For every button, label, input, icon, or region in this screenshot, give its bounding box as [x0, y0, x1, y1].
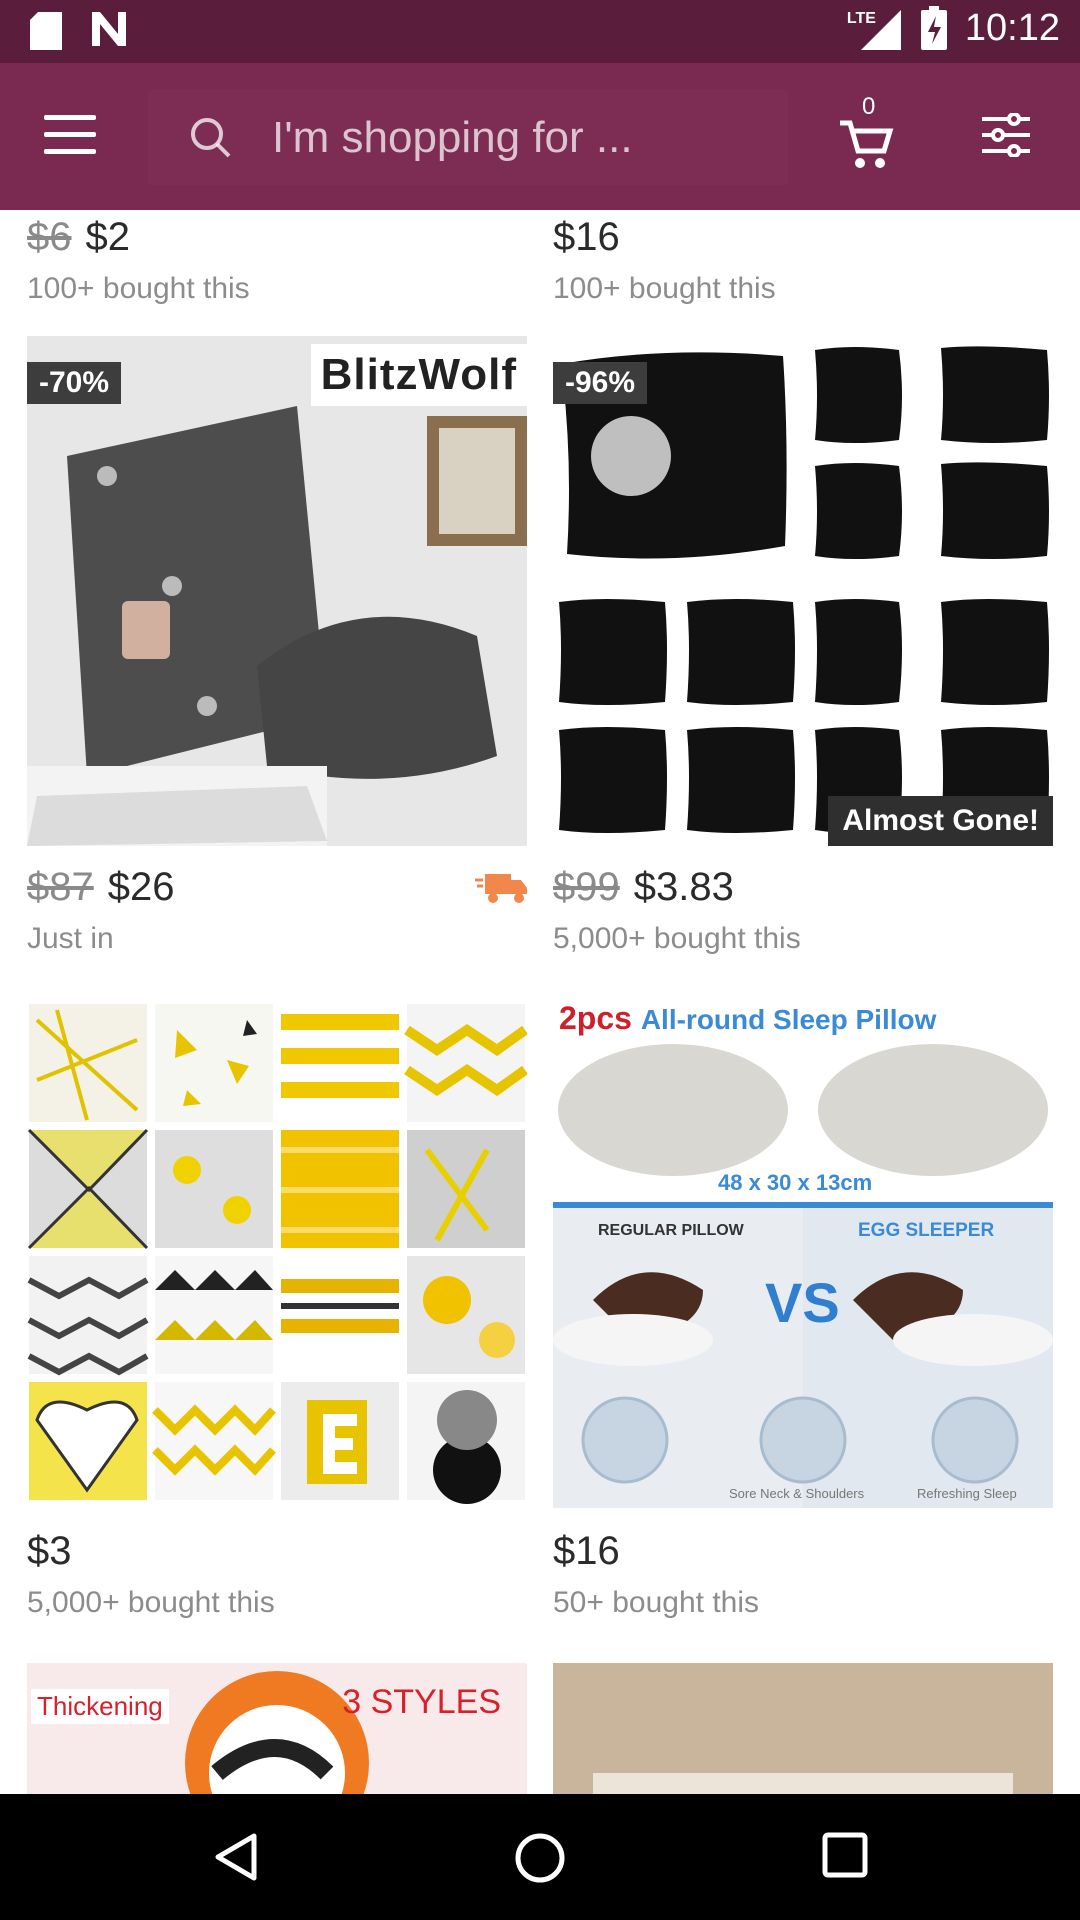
shipping-truck-icon — [475, 874, 527, 903]
product-image-sleep-pillow[interactable]: 2pcs All-round Sleep Pillow 48 x 30 x 13… — [553, 1000, 1053, 1510]
product-image-wedge-pillow[interactable]: -70% BlitzWolf — [27, 336, 527, 846]
price: $16 — [553, 214, 620, 259]
label-egg-sleeper: EGG SLEEPER — [858, 1220, 995, 1241]
vs-label: VS — [765, 1271, 840, 1334]
almost-gone-badge: Almost Gone! — [828, 796, 1053, 846]
price: $26 — [107, 864, 175, 909]
purchase-count: 100+ bought this — [553, 272, 776, 305]
search-icon — [191, 118, 231, 158]
purchase-count: 5,000+ bought this — [553, 922, 801, 955]
menu-button[interactable] — [44, 115, 96, 155]
purchase-count: 100+ bought this — [27, 272, 250, 305]
product-card[interactable]: $16 100+ bought this — [553, 210, 1053, 306]
product-card[interactable]: -70% BlitzWolf $87 $26 Just in — [27, 336, 527, 956]
sleep-pillow-illustration — [553, 1044, 1053, 1508]
search-input[interactable]: I'm shopping for ... — [272, 113, 633, 163]
cart-icon — [840, 120, 894, 168]
original-price: $99 — [553, 864, 620, 909]
product-card[interactable]: Thickening 3 STYLES — [27, 1663, 527, 1794]
n-logo-icon — [92, 12, 126, 46]
search-bar[interactable]: I'm shopping for ... — [148, 89, 788, 185]
signal-icon: LTE — [847, 6, 903, 50]
cart-button[interactable]: 0 — [838, 93, 908, 173]
label-regular-pillow: REGULAR PILLOW — [598, 1222, 744, 1239]
price: $3.83 — [633, 864, 734, 909]
purchase-count: 50+ bought this — [553, 1586, 760, 1619]
caption-refreshing-sleep: Refreshing Sleep — [917, 1486, 1017, 1501]
purchase-count: Just in — [27, 922, 114, 955]
filter-settings-icon[interactable] — [980, 113, 1032, 157]
price: $16 — [553, 1528, 620, 1573]
original-price: $6 — [27, 214, 72, 259]
product-card[interactable] — [553, 1663, 1053, 1794]
product-card[interactable]: 2pcs All-round Sleep Pillow 48 x 30 x 13… — [553, 1000, 1053, 1620]
app-bar: I'm shopping for ... 0 — [0, 63, 1080, 210]
status-bar: LTE 10:12 — [0, 0, 1080, 63]
product-feed[interactable]: $6 $2 100+ bought this $16 100+ bought th… — [0, 210, 1080, 1794]
cushion-grid-illustration — [27, 1004, 527, 1504]
caption-sore-neck: Sore Neck & Shoulders — [729, 1486, 865, 1501]
price: $3 — [27, 1528, 72, 1573]
banner-text-right: 3 STYLES — [342, 1683, 501, 1721]
pillow-grid-illustration — [559, 346, 1049, 833]
back-icon[interactable] — [212, 1832, 260, 1882]
wedge-pillow-illustration — [27, 336, 527, 846]
sd-card-icon — [30, 12, 62, 50]
product-card[interactable]: $6 $2 100+ bought this — [27, 210, 527, 306]
system-nav-bar — [0, 1794, 1080, 1920]
clock: 10:12 — [964, 6, 1060, 49]
battery-charging-icon — [920, 6, 947, 50]
product-image[interactable] — [553, 1663, 1053, 1794]
brand-logo: BlitzWolf — [310, 344, 527, 406]
product-image-yellow-cushions[interactable] — [27, 1000, 527, 1510]
product-card[interactable]: -96% Almost Gone! $99 $3.83 5,000+ bought… — [553, 336, 1053, 956]
product-card[interactable]: $3 5,000+ bought this — [27, 1000, 527, 1620]
dimensions-label: 48 x 30 x 13cm — [718, 1170, 873, 1195]
recent-apps-icon[interactable] — [822, 1832, 868, 1878]
discount-badge: -96% — [553, 362, 648, 404]
original-price: $87 — [27, 864, 94, 909]
discount-badge: -70% — [27, 362, 122, 404]
product-image-thickening[interactable]: Thickening 3 STYLES — [27, 1663, 527, 1794]
purchase-count: 5,000+ bought this — [27, 1586, 275, 1619]
product-image-friends-pillows[interactable]: -96% Almost Gone! — [553, 336, 1053, 846]
price: $2 — [85, 214, 131, 259]
home-icon[interactable] — [514, 1832, 566, 1884]
